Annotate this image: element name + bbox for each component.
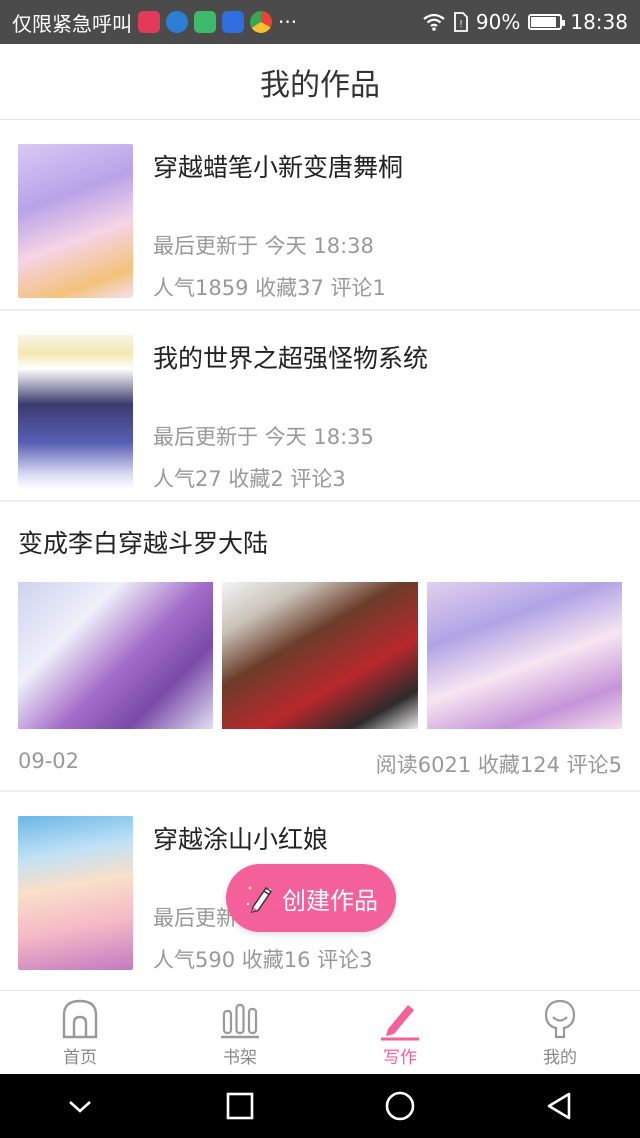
home-icon (62, 999, 98, 1039)
chrome-app-icon (250, 11, 272, 33)
work-cover-image[interactable] (18, 144, 133, 298)
work-stats: 人气1859 收藏37 评论1 (153, 276, 386, 300)
wifi-icon (423, 13, 445, 31)
work-stats: 人气27 收藏2 评论3 (153, 467, 346, 491)
tab-label: 首页 (63, 1048, 97, 1068)
tab-profile[interactable]: 我的 (480, 991, 640, 1074)
system-nav-bar (0, 1074, 640, 1138)
tab-label: 我的 (543, 1048, 577, 1068)
battery-level-fill (531, 17, 557, 27)
profile-icon (544, 999, 576, 1039)
status-bar: 仅限紧急呼叫 ··· ! 90% 18:38 (0, 0, 640, 44)
work-info: 我的世界之超强怪物系统 最后更新于 今天 18:35 人气27 收藏2 评论3 (153, 335, 622, 500)
security-app-icon (194, 11, 216, 33)
bottom-tab-bar: 首页 书架 写作 我的 (0, 990, 640, 1074)
battery-percent: 90% (475, 10, 521, 34)
work-title[interactable]: 我的世界之超强怪物系统 (153, 339, 622, 375)
chevron-down-icon[interactable] (63, 1089, 97, 1123)
work-footer: 09-02 阅读6021 收藏124 评论5 (18, 749, 622, 779)
sim-icon: ! (454, 12, 468, 32)
svg-text:!: ! (460, 19, 463, 30)
battery-icon (528, 14, 566, 30)
pencil-icon (246, 886, 272, 913)
create-work-button[interactable]: 创建作品 (226, 864, 396, 932)
paw-app-icon (222, 11, 244, 33)
tab-home[interactable]: 首页 (0, 991, 160, 1074)
tab-bookshelf[interactable]: 书架 (160, 991, 320, 1074)
work-title[interactable]: 穿越涂山小红娘 (153, 820, 622, 856)
works-list[interactable]: 穿越蜡笔小新变唐舞桐 最后更新于 今天 18:38 人气1859 收藏37 评论… (0, 120, 640, 990)
work-date: 09-02 (18, 749, 80, 773)
more-notifications: ··· (278, 10, 298, 34)
work-updated-time: 最后更新于 今天 18:35 (153, 425, 374, 449)
work-title[interactable]: 穿越蜡笔小新变唐舞桐 (153, 148, 622, 184)
work-stats: 阅读6021 收藏124 评论5 (375, 753, 622, 777)
tab-label: 书架 (223, 1048, 257, 1068)
work-image[interactable] (426, 582, 622, 729)
bookshelf-icon (221, 1003, 259, 1039)
home-circle-icon[interactable] (383, 1089, 417, 1123)
browser-app-icon (166, 11, 188, 33)
page-title-bar: 我的作品 (0, 44, 640, 120)
carrier-text: 仅限紧急呼叫 (12, 11, 132, 36)
page-title: 我的作品 (260, 67, 380, 103)
back-triangle-icon[interactable] (543, 1089, 577, 1123)
pencil-icon (381, 1005, 419, 1041)
work-image[interactable] (222, 582, 418, 729)
work-title[interactable]: 变成李白穿越斗罗大陆 (18, 524, 622, 560)
tab-writing[interactable]: 写作 (320, 991, 480, 1074)
work-image-strip (18, 582, 622, 729)
work-image[interactable] (18, 582, 214, 729)
work-cover-image[interactable] (18, 335, 133, 489)
work-cover-image[interactable] (18, 816, 133, 970)
work-card[interactable]: 我的世界之超强怪物系统 最后更新于 今天 18:35 人气27 收藏2 评论3 (0, 311, 640, 502)
work-stats: 人气590 收藏16 评论3 (153, 948, 373, 972)
work-info: 穿越蜡笔小新变唐舞桐 最后更新于 今天 18:38 人气1859 收藏37 评论… (153, 144, 622, 309)
work-card[interactable]: 穿越蜡笔小新变唐舞桐 最后更新于 今天 18:38 人气1859 收藏37 评论… (0, 120, 640, 311)
video-app-icon (138, 11, 160, 33)
work-updated-time: 最后更新于 今天 18:38 (153, 234, 374, 258)
work-card-multi-image[interactable]: 变成李白穿越斗罗大陆 09-02 阅读6021 收藏124 评论5 (0, 502, 640, 792)
recent-apps-icon[interactable] (223, 1089, 257, 1123)
clock: 18:38 (570, 10, 628, 34)
create-work-label: 创建作品 (282, 886, 378, 915)
tab-label: 写作 (383, 1048, 417, 1068)
